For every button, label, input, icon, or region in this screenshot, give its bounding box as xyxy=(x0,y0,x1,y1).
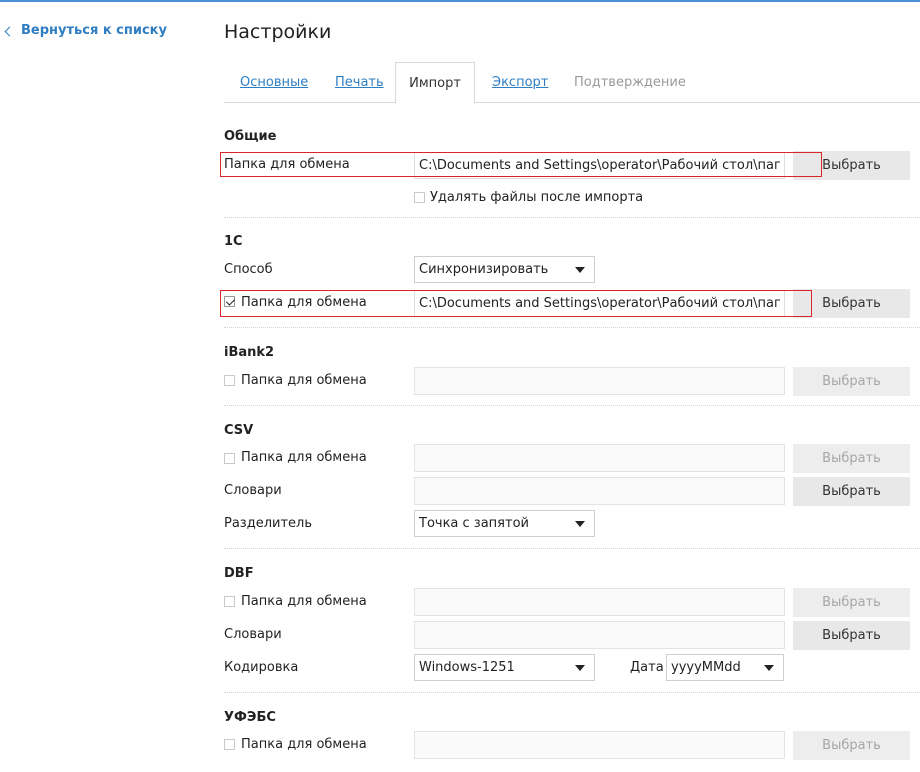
dbf-folder-label: Папка для обмена xyxy=(241,594,367,609)
ibank2-choose-button: Выбрать xyxy=(793,367,910,396)
ufebs-folder-label: Папка для обмена xyxy=(241,737,367,752)
tab-confirmation: Подтверждение xyxy=(574,75,686,90)
csv-dict-input[interactable] xyxy=(414,477,785,505)
section-divider xyxy=(224,405,920,406)
settings-tabs: Основные Печать Импорт Экспорт Подтвержд… xyxy=(224,62,920,104)
dbf-dict-label: Словари xyxy=(224,627,282,642)
dbf-date-label: Дата xyxy=(630,660,664,675)
dropdown-caret-icon xyxy=(575,267,585,273)
dbf-encoding-label: Кодировка xyxy=(224,660,299,675)
dbf-encoding-select[interactable]: Windows-1251 xyxy=(414,654,595,681)
ibank2-folder-input[interactable] xyxy=(414,367,785,395)
tab-export[interactable]: Экспорт xyxy=(492,62,548,102)
common-folder-input[interactable]: C:\Documents and Settings\operator\Рабоч… xyxy=(414,152,785,179)
section-title-csv: CSV xyxy=(224,423,254,438)
csv-folder-input[interactable] xyxy=(414,444,785,472)
dbf-dict-input[interactable] xyxy=(414,621,785,649)
csv-separator-label: Разделитель xyxy=(224,516,313,531)
section-divider xyxy=(224,327,920,328)
onec-folder-value: C:\Documents and Settings\operator\Рабоч… xyxy=(419,296,780,311)
dropdown-caret-icon xyxy=(575,665,585,671)
common-folder-value: C:\Documents and Settings\operator\Рабоч… xyxy=(419,158,780,173)
csv-separator-select[interactable]: Точка с запятой xyxy=(414,510,595,537)
section-title-ibank2: iBank2 xyxy=(224,345,275,360)
dropdown-caret-icon xyxy=(575,521,585,527)
section-divider xyxy=(224,692,920,693)
common-choose-button[interactable]: Выбрать xyxy=(793,151,910,180)
csv-dict-label: Словари xyxy=(224,483,282,498)
delete-after-import-checkbox[interactable] xyxy=(414,192,425,203)
onec-folder-checkbox[interactable] xyxy=(224,296,236,307)
dbf-folder-input[interactable] xyxy=(414,588,785,616)
ufebs-folder-input[interactable] xyxy=(414,731,785,759)
ufebs-folder-checkbox[interactable] xyxy=(224,739,235,750)
section-title-ufebs: УФЭБС xyxy=(224,710,276,725)
section-title-dbf: DBF xyxy=(224,566,254,581)
tab-print[interactable]: Печать xyxy=(335,62,384,102)
onec-folder-input[interactable]: C:\Documents and Settings\operator\Рабоч… xyxy=(414,290,785,317)
csv-folder-checkbox[interactable] xyxy=(224,453,235,464)
onec-method-select[interactable]: Синхронизировать xyxy=(414,256,595,283)
section-divider xyxy=(224,217,920,218)
dbf-date-format-select[interactable]: yyyyMMdd xyxy=(666,654,784,681)
ibank2-folder-checkbox[interactable] xyxy=(224,375,235,386)
page-title: Настройки xyxy=(224,21,332,43)
dbf-encoding-value: Windows-1251 xyxy=(419,660,515,675)
top-accent-line xyxy=(0,0,920,2)
dbf-choose-folder-button: Выбрать xyxy=(793,588,910,617)
csv-choose-folder-button: Выбрать xyxy=(793,444,910,473)
csv-choose-dict-button[interactable]: Выбрать xyxy=(793,477,910,506)
onec-folder-label: Папка для обмена xyxy=(241,295,367,310)
tab-import[interactable]: Импорт xyxy=(395,62,475,104)
csv-folder-label: Папка для обмена xyxy=(241,450,367,465)
ibank2-folder-label: Папка для обмена xyxy=(241,373,367,388)
onec-method-label: Способ xyxy=(224,262,273,277)
section-title-1c: 1С xyxy=(224,234,243,249)
delete-after-import-label: Удалять файлы после импорта xyxy=(430,190,644,205)
onec-method-value: Синхронизировать xyxy=(419,262,549,277)
back-to-list-link[interactable]: Вернуться к списку xyxy=(4,23,167,38)
checkmark-icon xyxy=(225,296,236,306)
section-divider xyxy=(224,548,920,549)
dbf-date-format-value: yyyyMMdd xyxy=(671,660,741,675)
tab-general[interactable]: Основные xyxy=(240,62,308,102)
dbf-choose-dict-button[interactable]: Выбрать xyxy=(793,621,910,650)
ufebs-choose-button: Выбрать xyxy=(793,731,910,760)
chevron-left-icon xyxy=(4,26,15,36)
common-folder-label: Папка для обмена xyxy=(224,157,350,172)
section-title-common: Общие xyxy=(224,129,277,144)
onec-choose-button[interactable]: Выбрать xyxy=(793,289,910,318)
csv-separator-value: Точка с запятой xyxy=(419,516,529,531)
dbf-folder-checkbox[interactable] xyxy=(224,596,235,607)
dropdown-caret-icon xyxy=(764,665,774,671)
back-to-list-label: Вернуться к списку xyxy=(21,23,167,38)
